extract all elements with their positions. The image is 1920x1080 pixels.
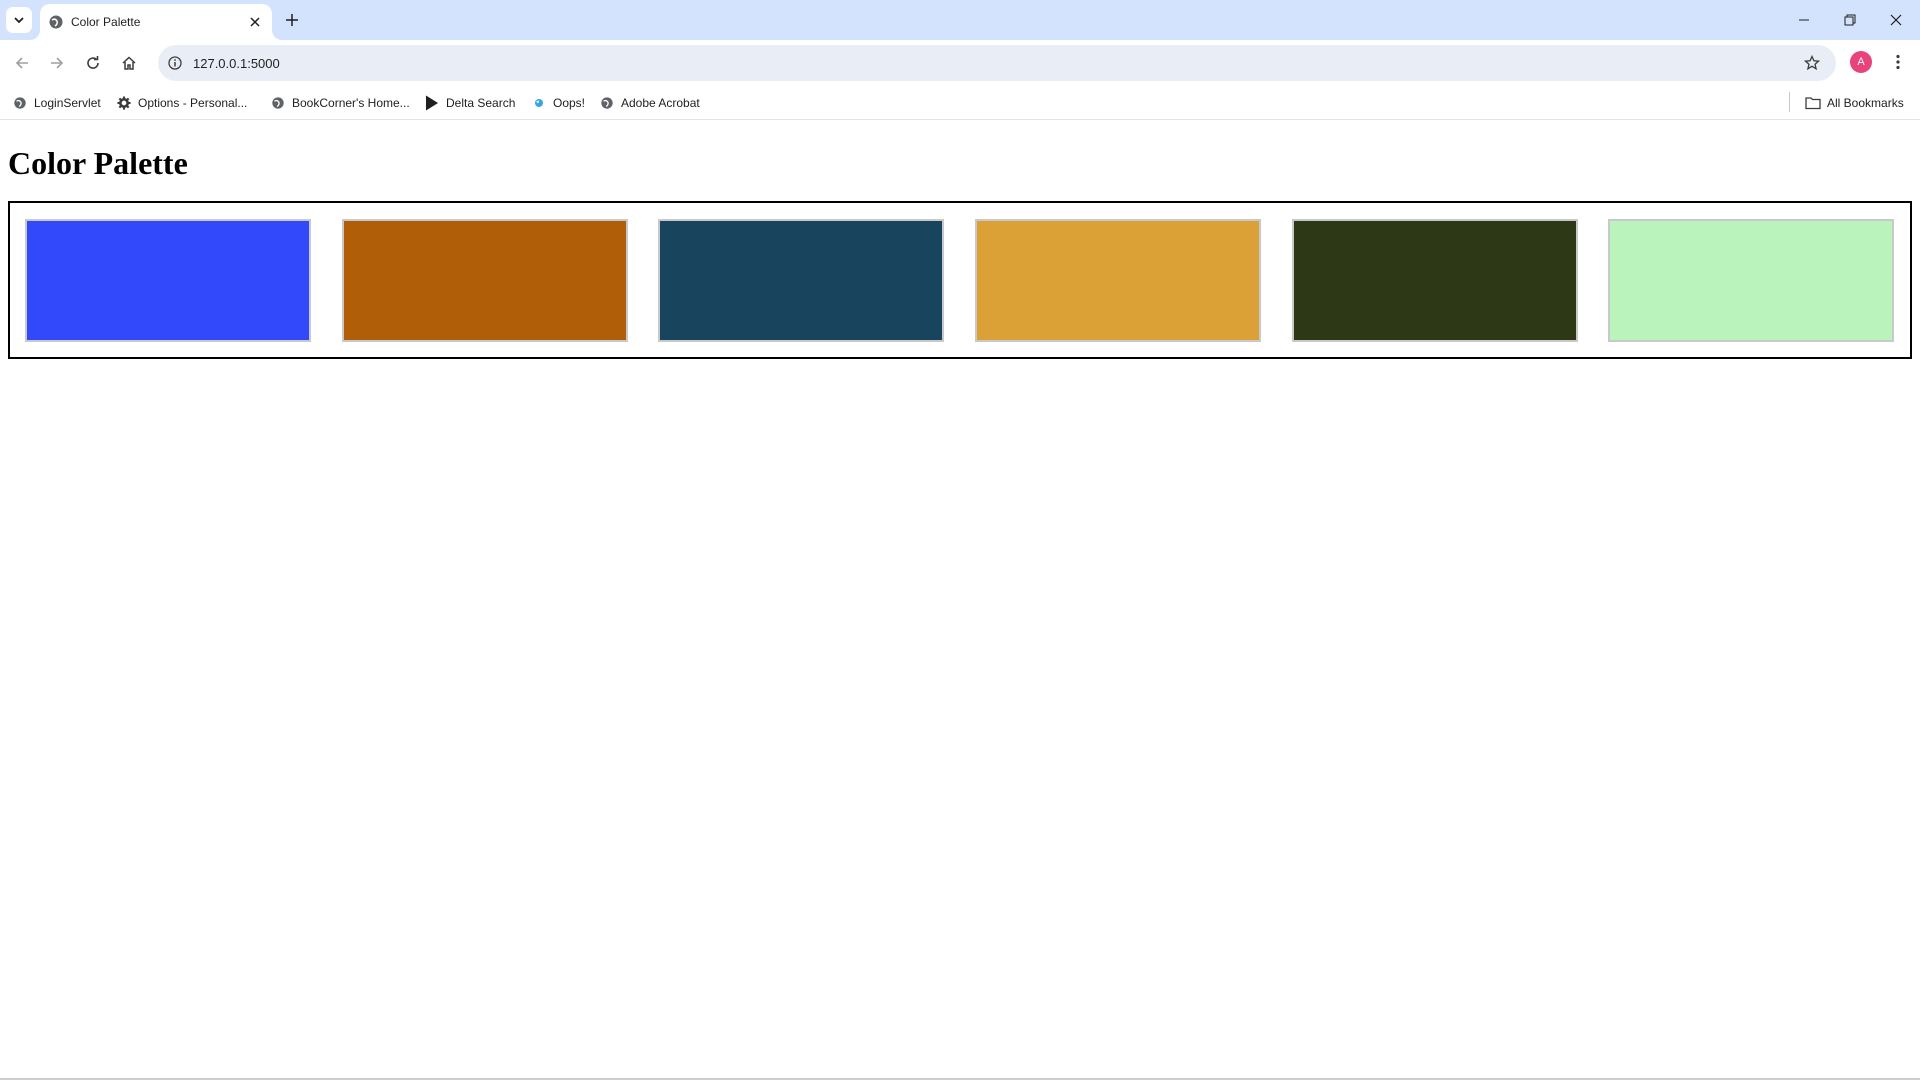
profile-avatar[interactable]: A [1850,51,1872,73]
back-arrow-icon [15,57,28,69]
restore-icon [1844,14,1856,26]
more-vertical-icon [1896,54,1900,70]
all-bookmarks-button[interactable]: All Bookmarks [1805,94,1904,112]
drop-icon [531,95,547,111]
tab-color-palette[interactable]: Color Palette [40,4,272,40]
bookmark-label: Adobe Acrobat [621,96,700,110]
browser-toolbar: 127.0.0.1:5000 A [0,40,1920,86]
page-title: Color Palette [8,145,188,181]
minimize-icon [1799,19,1809,21]
color-swatch-6 [1608,219,1894,342]
bookmark-options-personal[interactable]: Options - Personal... [116,94,247,112]
bookmark-loginservlet[interactable]: LoginServlet [12,94,101,112]
bookmarks-divider [1789,92,1790,112]
bookmark-label: Delta Search [446,96,516,110]
address-bar[interactable]: 127.0.0.1:5000 [158,45,1836,81]
bookmark-label: LoginServlet [34,96,101,110]
close-icon [1890,14,1902,26]
bookmark-bookcorner[interactable]: BookCorner's Home... [270,94,410,112]
color-swatch-1 [25,219,311,342]
info-icon [168,56,182,70]
bookmark-adobe-acrobat[interactable]: Adobe Acrobat [599,94,700,112]
new-tab-button[interactable] [282,10,302,30]
close-window-button[interactable] [1884,8,1908,32]
home-icon [122,56,136,70]
globe-icon [599,95,615,111]
tab-title: Color Palette [71,15,141,29]
folder-icon [1805,95,1821,111]
minimize-button[interactable] [1792,8,1816,32]
page-content: Color Palette [0,121,1920,1080]
restore-button[interactable] [1838,8,1862,32]
play-icon [424,95,440,111]
globe-icon [12,95,28,111]
url-text[interactable]: 127.0.0.1:5000 [193,56,280,71]
bookmark-label: Oops! [553,96,586,110]
site-info-button[interactable] [166,54,184,72]
star-icon [1804,55,1820,71]
reload-button[interactable] [79,49,107,77]
bookmark-oops[interactable]: Oops! [531,94,585,112]
bookmark-label: Options - Personal... [138,96,248,110]
tab-close-button[interactable] [246,13,264,31]
color-swatch-5 [1292,219,1578,342]
globe-icon [49,15,63,29]
tab-strip: Color Palette [0,0,1920,40]
color-swatch-2 [342,219,628,342]
browser-menu-button[interactable] [1888,51,1908,73]
all-bookmarks-label: All Bookmarks [1827,96,1904,110]
color-palette-container [8,201,1912,359]
forward-arrow-icon [51,57,64,69]
forward-button[interactable] [43,49,71,77]
plus-icon [286,14,298,26]
color-swatch-3 [658,219,944,342]
bookmark-delta-search[interactable]: Delta Search [424,94,515,112]
bookmarks-bar: LoginServlet Options - Personal... BookC… [0,86,1920,120]
globe-icon [270,95,286,111]
chevron-down-icon [14,17,24,24]
color-swatch-4 [975,219,1261,342]
home-button[interactable] [115,49,143,77]
close-icon [250,17,260,27]
tab-search-button[interactable] [6,7,32,33]
bookmark-label: BookCorner's Home... [292,96,410,110]
back-button[interactable] [8,49,36,77]
reload-icon [87,56,99,69]
bookmark-star-button[interactable] [1802,53,1822,73]
gear-icon [116,95,132,111]
